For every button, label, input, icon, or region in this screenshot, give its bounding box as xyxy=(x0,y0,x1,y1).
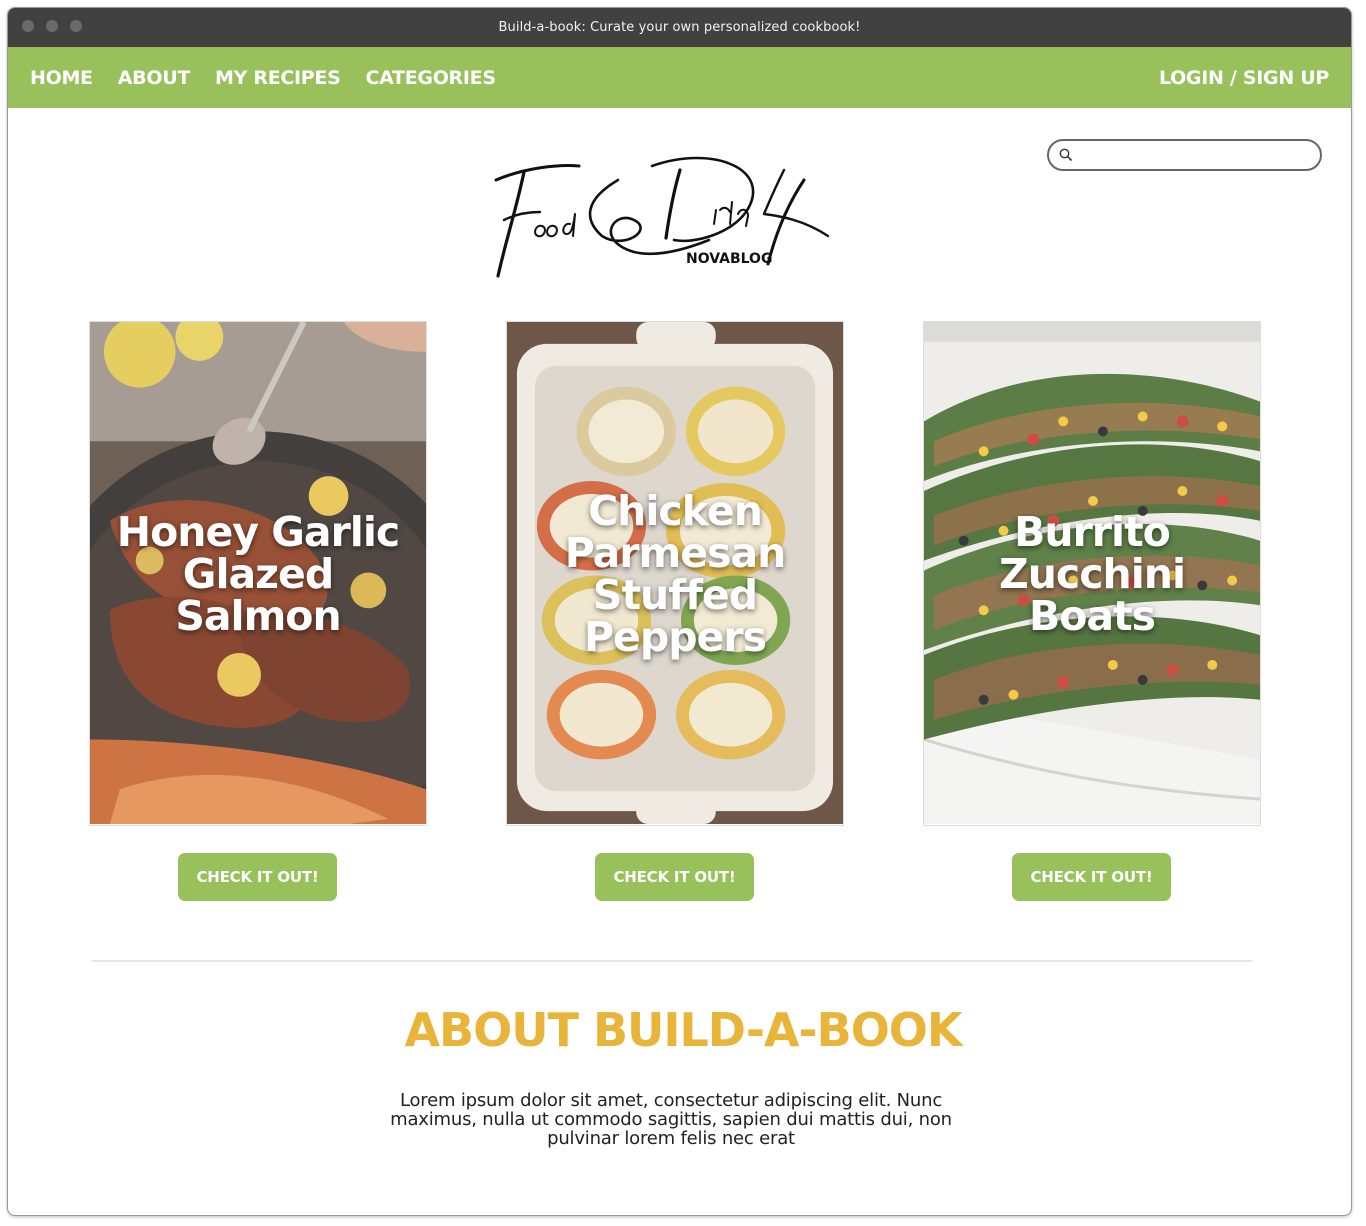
search-box[interactable] xyxy=(1047,139,1322,171)
recipe-title: Chicken Parmesan Stuffed Peppers xyxy=(564,486,787,661)
food-and-drink-logo: NOVABLOG xyxy=(494,156,830,278)
main-navbar: HOME ABOUT MY RECIPES CATEGORIES LOGIN /… xyxy=(8,47,1351,108)
close-window-button[interactable] xyxy=(22,20,34,32)
window-title: Build-a-book: Curate your own personaliz… xyxy=(498,20,861,35)
minimize-window-button[interactable] xyxy=(46,20,58,32)
nav-home-link[interactable]: HOME xyxy=(30,67,93,89)
recipe-card-salmon[interactable]: Honey Garlic Glazed Salmon xyxy=(89,321,427,826)
about-section-title: ABOUT BUILD-A-BOOK xyxy=(404,1003,962,1057)
title-bar: Build-a-book: Curate your own personaliz… xyxy=(8,8,1351,47)
maximize-window-button[interactable] xyxy=(70,20,82,32)
search-input[interactable] xyxy=(1079,143,1320,167)
about-section-text: Lorem ipsum dolor sit amet, consectetur … xyxy=(390,1090,952,1149)
logo-subtext: NOVABLOG xyxy=(686,251,772,267)
nav-categories-link[interactable]: CATEGORIES xyxy=(365,67,496,89)
section-divider xyxy=(92,960,1252,962)
nav-about-link[interactable]: ABOUT xyxy=(118,67,191,89)
nav-links: HOME ABOUT MY RECIPES CATEGORIES xyxy=(30,67,496,89)
window-controls xyxy=(22,20,82,32)
recipe-card-zucchini-boats[interactable]: Burrito Zucchini Boats xyxy=(923,321,1261,826)
recipe-card-stuffed-peppers[interactable]: Chicken Parmesan Stuffed Peppers xyxy=(506,321,844,826)
search-icon xyxy=(1059,148,1073,162)
login-signup-link[interactable]: LOGIN / SIGN UP xyxy=(1159,67,1329,89)
check-it-out-button-zucchini-boats[interactable]: CHECK IT OUT! xyxy=(1012,853,1171,901)
recipe-title: Honey Garlic Glazed Salmon xyxy=(116,507,400,640)
check-it-out-button-salmon[interactable]: CHECK IT OUT! xyxy=(178,853,337,901)
nav-my-recipes-link[interactable]: MY RECIPES xyxy=(215,67,341,89)
check-it-out-button-stuffed-peppers[interactable]: CHECK IT OUT! xyxy=(595,853,754,901)
recipe-title: Burrito Zucchini Boats xyxy=(998,507,1186,640)
